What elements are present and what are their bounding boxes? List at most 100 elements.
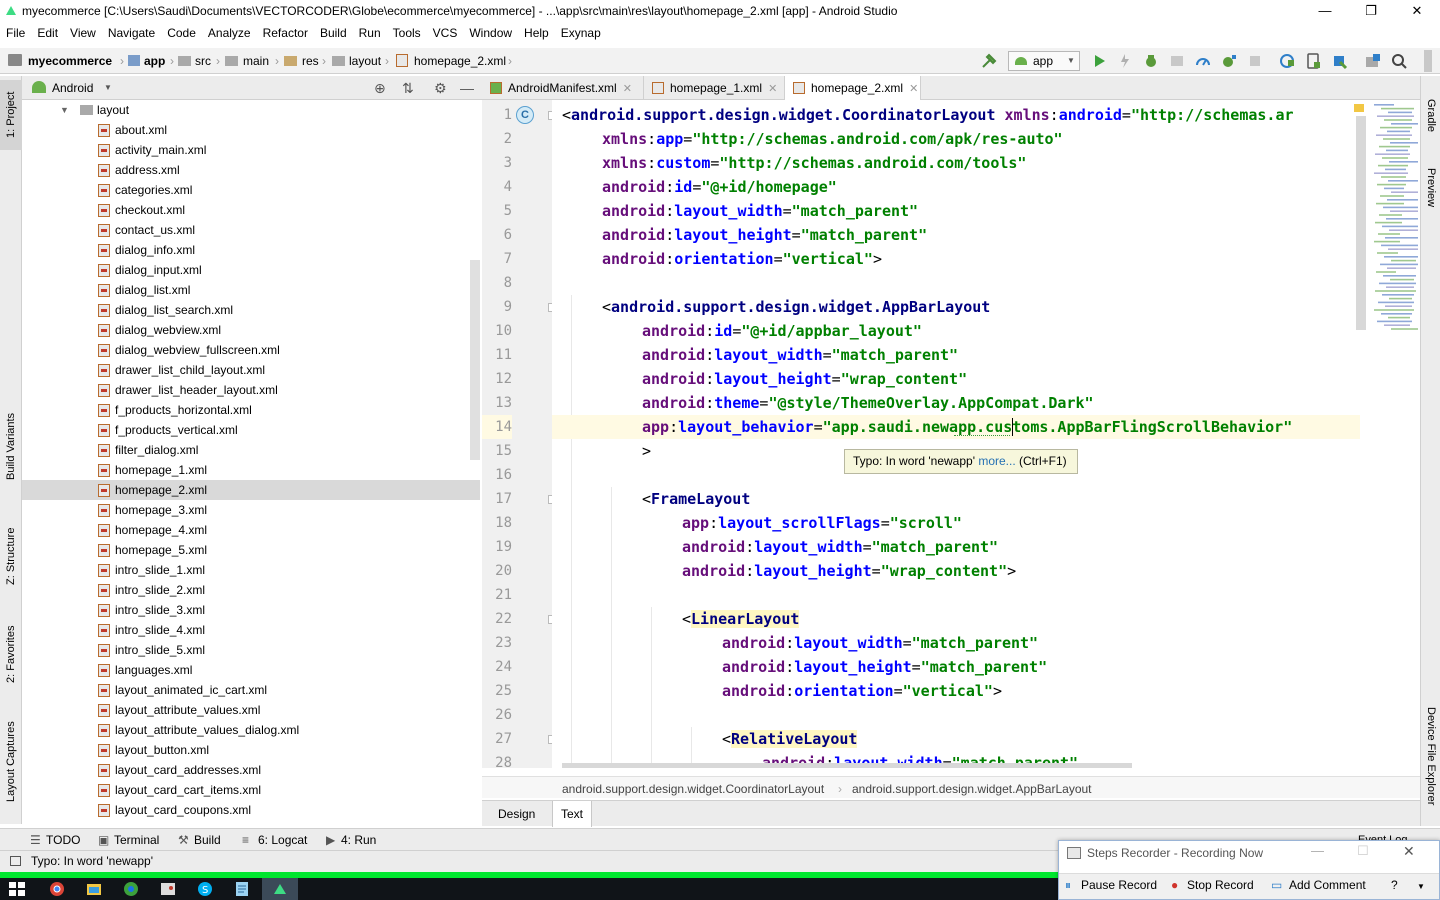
code-editor[interactable]: <android.support.design.widget.Coordinat…: [552, 100, 1360, 768]
code-line[interactable]: app:layout_scrollFlags="scroll": [552, 511, 1360, 535]
project-structure-icon[interactable]: [1364, 52, 1382, 70]
breadcrumb-main[interactable]: main: [243, 48, 269, 74]
close-tab-icon[interactable]: ✕: [623, 83, 632, 95]
help-icon[interactable]: ?: [1391, 878, 1398, 892]
code-line[interactable]: xmlns:custom="http://schemas.android.com…: [552, 151, 1360, 175]
code-line[interactable]: android:layout_height="match_parent": [552, 223, 1360, 247]
file-explorer-icon[interactable]: [85, 880, 103, 898]
tool-terminal[interactable]: Terminal: [114, 829, 159, 851]
code-line[interactable]: <FrameLayout: [552, 487, 1360, 511]
class-marker-icon[interactable]: C: [516, 106, 534, 124]
pause-record-button[interactable]: Pause Record: [1081, 878, 1157, 892]
breadcrumb-project[interactable]: myecommerce: [28, 48, 112, 74]
editor-tab[interactable]: homepage_2.xml ✕: [785, 76, 921, 101]
code-line[interactable]: [552, 583, 1360, 607]
notepad-icon[interactable]: [233, 880, 251, 898]
menu-navigate[interactable]: Navigate: [102, 22, 161, 44]
project-tree[interactable]: ▼ layout about.xml activity_main.xml address…: [22, 100, 482, 824]
tree-file-item[interactable]: layout_card_cart_items.xml: [22, 780, 480, 800]
coverage-icon[interactable]: [1168, 52, 1186, 70]
skype-icon[interactable]: S: [196, 880, 214, 898]
code-line[interactable]: [552, 271, 1360, 295]
editor-h-scrollbar[interactable]: [562, 763, 1132, 768]
menu-build[interactable]: Build: [314, 22, 353, 44]
tool-tab-favorites[interactable]: 2: Favorites: [0, 614, 22, 694]
tool-logcat[interactable]: 6: Logcat: [258, 829, 307, 851]
chrome-icon[interactable]: [48, 880, 66, 898]
hammer-icon[interactable]: [980, 52, 998, 70]
tool-tab-build-variants[interactable]: Build Variants: [0, 406, 22, 486]
tree-file-item[interactable]: languages.xml: [22, 660, 480, 680]
menu-vcs[interactable]: VCS: [427, 22, 464, 44]
debug-icon[interactable]: [1142, 52, 1160, 70]
menu-analyze[interactable]: Analyze: [202, 22, 257, 44]
tree-file-item[interactable]: address.xml: [22, 160, 480, 180]
tool-tab-device-file-explorer[interactable]: Device File Explorer: [1421, 696, 1440, 816]
code-line[interactable]: [552, 703, 1360, 727]
tree-file-item[interactable]: activity_main.xml: [22, 140, 480, 160]
breadcrumb-coordinator[interactable]: android.support.design.widget.Coordinato…: [562, 779, 824, 799]
menu-refactor[interactable]: Refactor: [257, 22, 314, 44]
tree-file-item[interactable]: layout_button.xml: [22, 740, 480, 760]
search-icon[interactable]: [1390, 52, 1408, 70]
tool-tab-project[interactable]: 1: Project: [0, 80, 22, 150]
editor-tab[interactable]: AndroidManifest.xml ✕: [482, 76, 644, 100]
android-studio-taskbar-button[interactable]: [262, 878, 298, 900]
stop-record-button[interactable]: Stop Record: [1187, 878, 1254, 892]
tree-file-item[interactable]: layout_animated_ic_cart.xml: [22, 680, 480, 700]
sync-gradle-icon[interactable]: [1278, 52, 1296, 70]
breadcrumb-src[interactable]: src: [195, 48, 211, 74]
code-line[interactable]: android:layout_width="match_parent": [552, 535, 1360, 559]
maximize-button[interactable]: ☐: [1357, 843, 1369, 859]
tree-file-item[interactable]: layout_attribute_values_dialog.xml: [22, 720, 480, 740]
tree-file-item[interactable]: layout_card_coupons.xml: [22, 800, 480, 820]
close-tab-icon[interactable]: ✕: [909, 83, 918, 95]
code-line[interactable]: xmlns:app="http://schemas.android.com/ap…: [552, 127, 1360, 151]
tree-scrollbar[interactable]: [470, 260, 480, 460]
code-line[interactable]: android:id="@+id/appbar_layout": [552, 319, 1360, 343]
attach-debugger-icon[interactable]: [1220, 52, 1238, 70]
tree-file-item[interactable]: homepage_2.xml: [22, 480, 480, 500]
stop-icon[interactable]: [1246, 52, 1264, 70]
tree-file-item[interactable]: dialog_list_search.xml: [22, 300, 480, 320]
tree-file-item[interactable]: drawer_list_header_layout.xml: [22, 380, 480, 400]
editor-scrollbar[interactable]: [1356, 116, 1366, 330]
toolbar-overflow[interactable]: [1424, 50, 1432, 72]
close-button[interactable]: ✕: [1403, 843, 1415, 860]
code-line[interactable]: android:layout_height="match_parent": [552, 655, 1360, 679]
tooltip-more-link[interactable]: more...: [978, 454, 1015, 468]
tool-tab-layout-captures[interactable]: Layout Captures: [0, 712, 22, 812]
project-view-mode[interactable]: Android: [52, 76, 93, 100]
breadcrumb-appbar[interactable]: android.support.design.widget.AppBarLayo…: [852, 779, 1092, 799]
code-line[interactable]: android:layout_height="wrap_content">: [552, 559, 1360, 583]
tree-file-item[interactable]: dialog_input.xml: [22, 260, 480, 280]
tree-file-item[interactable]: about.xml: [22, 120, 480, 140]
tree-file-item[interactable]: intro_slide_2.xml: [22, 580, 480, 600]
code-line[interactable]: android:layout_width="match_parent": [552, 631, 1360, 655]
editor-tab[interactable]: homepage_1.xml ✕: [644, 76, 785, 100]
code-line[interactable]: <android.support.design.widget.Coordinat…: [552, 103, 1360, 127]
code-line[interactable]: <android.support.design.widget.AppBarLay…: [552, 295, 1360, 319]
tree-file-item[interactable]: homepage_3.xml: [22, 500, 480, 520]
tree-file-item[interactable]: intro_slide_5.xml: [22, 640, 480, 660]
menu-window[interactable]: Window: [463, 22, 518, 44]
tree-file-item[interactable]: intro_slide_1.xml: [22, 560, 480, 580]
expand-arrow-icon[interactable]: ▼: [60, 100, 69, 120]
tree-file-item[interactable]: homepage_1.xml: [22, 460, 480, 480]
tree-file-item[interactable]: intro_slide_4.xml: [22, 620, 480, 640]
tab-design[interactable]: Design: [490, 801, 543, 827]
chevron-down-icon[interactable]: ▼: [104, 76, 112, 100]
hide-panel-icon[interactable]: —: [460, 76, 474, 100]
tab-text[interactable]: Text: [552, 801, 593, 827]
tree-file-item[interactable]: layout_attribute_values.xml: [22, 700, 480, 720]
tool-build[interactable]: Build: [194, 829, 221, 851]
breadcrumb-app[interactable]: app: [144, 48, 165, 74]
menu-edit[interactable]: Edit: [31, 22, 64, 44]
code-line[interactable]: android:orientation="vertical">: [552, 679, 1360, 703]
tree-file-item[interactable]: filter_dialog.xml: [22, 440, 480, 460]
tool-run[interactable]: 4: Run: [341, 829, 376, 851]
tool-tab-structure[interactable]: Z: Structure: [0, 516, 22, 596]
close-button[interactable]: ✕: [1394, 0, 1440, 22]
breadcrumb-layout[interactable]: layout: [349, 48, 381, 74]
code-line[interactable]: android:layout_height="wrap_content": [552, 367, 1360, 391]
